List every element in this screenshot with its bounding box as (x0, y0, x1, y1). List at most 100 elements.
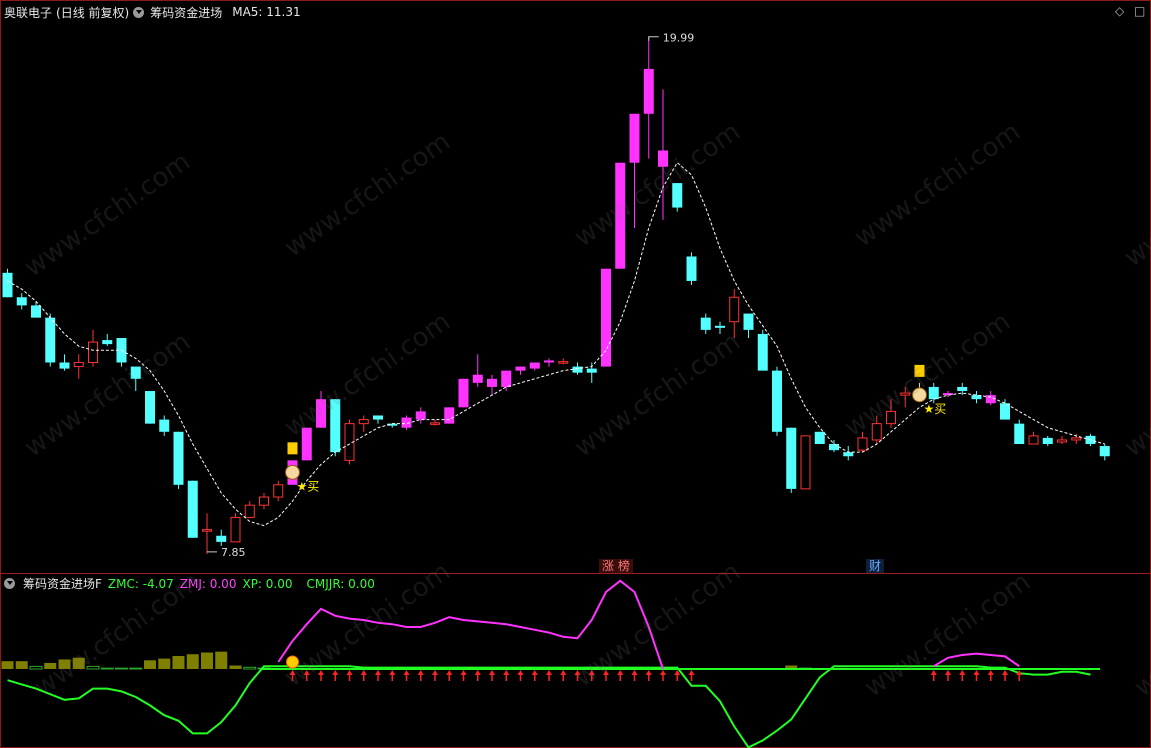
signal-arrow-head (303, 670, 310, 675)
volume-bar (58, 659, 71, 669)
candle-body (615, 162, 626, 269)
signal-arrow-head (446, 670, 453, 675)
volume-bar (243, 666, 257, 670)
signal-arrow-head (930, 670, 937, 675)
limit-up-tag[interactable]: 涨 榜 (599, 559, 633, 573)
candle-body (130, 366, 141, 379)
candle-body (458, 378, 469, 408)
candle-body (444, 407, 455, 424)
signal-arrow-head (1002, 670, 1008, 675)
candle-body (757, 333, 768, 371)
candle-body (202, 529, 212, 532)
high-label: 19.99 (663, 32, 695, 45)
signal-arrow-head (489, 670, 495, 675)
candle-body (814, 431, 825, 445)
buy-signal-box (914, 364, 925, 377)
candle-body (102, 340, 113, 345)
candle-body (643, 68, 654, 114)
signal-arrow-head (959, 670, 966, 675)
volume-bar (186, 654, 199, 669)
volume-bar (44, 662, 57, 669)
candle-body (928, 386, 939, 400)
candle-body (501, 370, 512, 387)
candle-body (601, 268, 611, 367)
indicator-chart[interactable] (0, 574, 1151, 748)
volume-bar (201, 652, 213, 669)
candle-body (1057, 439, 1067, 443)
signal-arrow-head (603, 670, 609, 675)
candle-body (316, 399, 326, 428)
candle-body (2, 272, 13, 298)
candle-body (1014, 423, 1025, 445)
candle-body (1042, 437, 1053, 445)
volume-bar (215, 651, 228, 669)
up-chevron-icon (286, 655, 299, 669)
candle-body (886, 410, 896, 425)
candlestick-chart[interactable]: 19.99 7.85 ★买 ★买 (0, 0, 1151, 573)
signal-arrow-head (531, 670, 538, 675)
signal-arrow-head (987, 670, 994, 675)
candle-body (943, 393, 953, 396)
signal-arrow-head (645, 670, 652, 675)
candle-body (686, 256, 697, 281)
candle-body (472, 374, 483, 383)
volume-bar (229, 665, 242, 669)
finance-tag[interactable]: 财 (866, 559, 885, 573)
signal-arrow-head (945, 670, 951, 675)
signal-arrow-head (417, 670, 424, 675)
low-label: 7.85 (221, 546, 246, 559)
signal-arrow-head (289, 670, 296, 675)
zmj-line (277, 579, 664, 670)
signal-arrow-head (546, 670, 552, 675)
ma5-line (7, 161, 1105, 527)
signal-arrow-head (375, 670, 381, 675)
signal-arrow-head (631, 670, 638, 675)
money-bag-icon (912, 387, 927, 403)
candle-body (629, 113, 640, 163)
candle-body (586, 368, 597, 373)
volume-bar (172, 655, 185, 669)
volume-bar (15, 661, 28, 669)
money-bag-icon (285, 464, 300, 480)
signal-arrow-head (588, 670, 595, 675)
volume-bar (72, 657, 85, 669)
signal-arrow-head (389, 670, 396, 675)
signal-arrow-head (332, 670, 339, 675)
candle-body (487, 378, 497, 387)
candle-body (558, 361, 569, 364)
candle-body (1028, 435, 1039, 445)
volume-bar (115, 667, 128, 670)
candle-body (529, 362, 540, 369)
candle-body (358, 419, 369, 425)
candle-body (159, 419, 170, 432)
candle-body (401, 417, 412, 428)
candle-body (672, 183, 683, 208)
signal-arrow-head (517, 670, 524, 675)
candle-body (957, 386, 968, 392)
candle-body (715, 325, 725, 328)
candle-body (73, 361, 84, 368)
candle-body (871, 423, 882, 441)
candle-body (173, 431, 184, 485)
volume-bar (86, 665, 100, 670)
signal-arrow-head (318, 670, 324, 675)
candle-body (772, 370, 782, 432)
candle-body (31, 305, 41, 318)
candle-body (829, 444, 839, 451)
candle-body (515, 366, 526, 371)
candle-body (330, 399, 341, 453)
signal-arrow-head (660, 670, 666, 675)
volume-bar (144, 660, 156, 669)
candle-body (857, 437, 868, 451)
volume-bar (129, 667, 143, 670)
candle-body (1071, 437, 1082, 441)
candle-body (572, 366, 583, 373)
candle-body (273, 484, 284, 498)
candle-body (415, 411, 426, 420)
candle-body (301, 427, 312, 461)
signal-arrow-head (560, 670, 567, 675)
signal-arrow-head (346, 670, 353, 675)
candle-body (900, 392, 911, 396)
signal-arrow-head (360, 670, 367, 675)
volume-bar (1, 661, 14, 669)
